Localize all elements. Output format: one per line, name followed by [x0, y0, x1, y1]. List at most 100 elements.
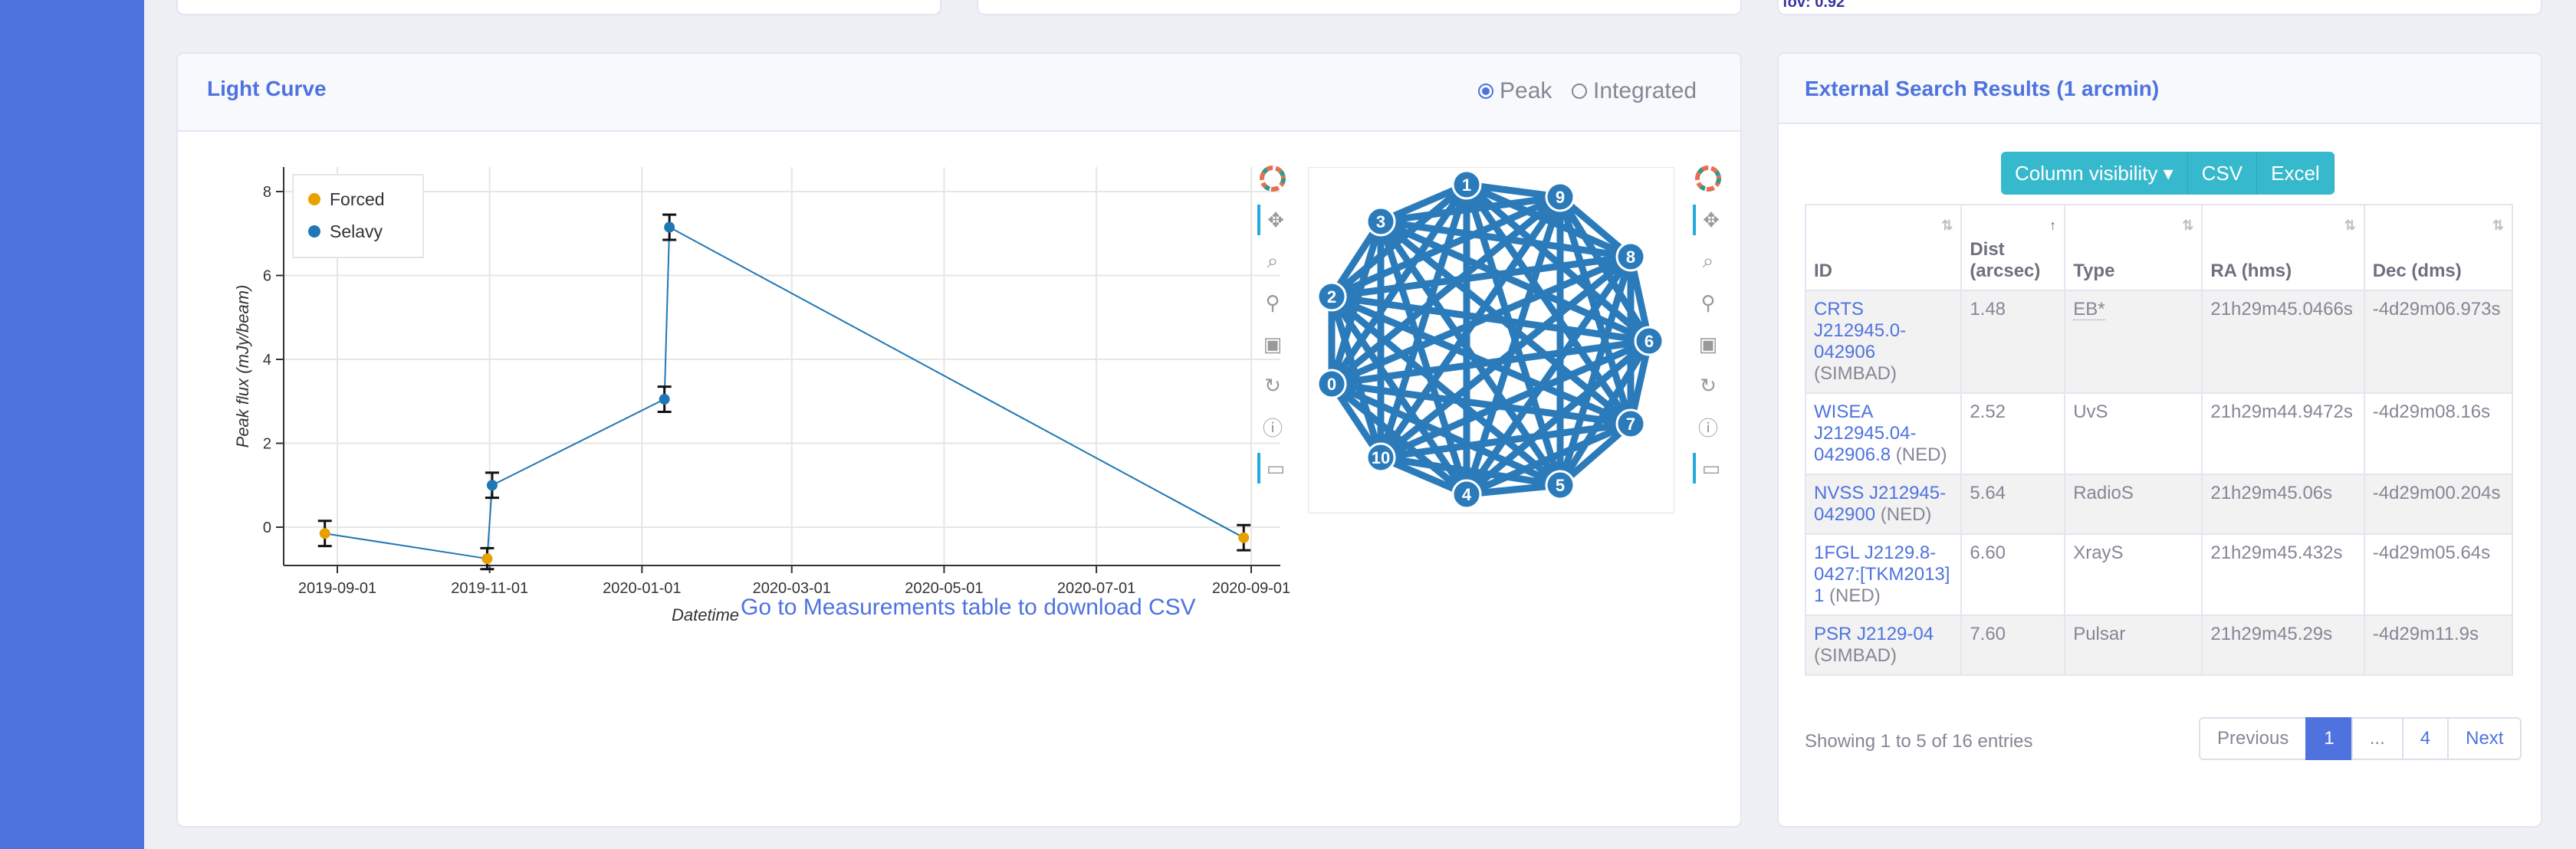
wheel-zoom-tool-icon[interactable]: ⚲ — [1257, 287, 1288, 318]
box-zoom-tool-icon[interactable]: ⌕ — [1257, 246, 1288, 277]
prev-page-button[interactable]: Previous — [2199, 717, 2308, 760]
legend-box — [292, 174, 424, 258]
y-tick-label: 0 — [263, 520, 271, 536]
cell-ra: 21h29m44.9472s — [2201, 392, 2365, 475]
radio-integrated[interactable]: Integrated — [1572, 78, 1697, 104]
light-curve-plot-area: 2019-09-01 2019-11-01 2020-01-01 2020-03-01… — [201, 159, 1435, 634]
table-row: NVSS J212945-042900 (NED) 5.64 RadioS 21… — [1804, 474, 2514, 535]
graph-node-label: 6 — [1644, 332, 1654, 351]
pagination: Previous 1 ... 4 Next — [2199, 717, 2522, 760]
graph-node-label: 4 — [1462, 485, 1472, 504]
radio-peak-label: Peak — [1500, 78, 1552, 103]
excel-button[interactable]: Excel — [2257, 152, 2334, 195]
sort-icon: ⇅ — [1941, 218, 1953, 233]
cell-dist: 7.60 — [1960, 615, 2066, 676]
graph-node-label: 7 — [1626, 415, 1635, 434]
column-visibility-button[interactable]: Column visibility ▾ — [2001, 152, 2188, 195]
graph-node-label: 0 — [1327, 375, 1336, 394]
bokeh-logo-icon-2[interactable] — [1693, 163, 1723, 194]
table-row: 1FGL J2129.8-0427:[TKM2013] 1 (NED) 6.60… — [1804, 533, 2514, 616]
sort-icon: ⇅ — [2344, 218, 2356, 233]
radio-integrated-label: Integrated — [1593, 78, 1697, 103]
radio-peak[interactable]: Peak — [1478, 78, 1552, 104]
reset-tool-icon-2[interactable]: ↻ — [1693, 370, 1723, 401]
plot-background — [284, 167, 1280, 565]
cell-type: UvS — [2064, 392, 2203, 475]
cell-type: RadioS — [2064, 474, 2203, 535]
box-zoom-tool-icon-2[interactable]: ⌕ — [1693, 246, 1723, 277]
legend-label: Selavy — [330, 221, 383, 241]
cell-ra: 21h29m45.432s — [2201, 533, 2365, 616]
sidebar — [0, 0, 144, 849]
network-graph[interactable]: 0 1 2 3 4 5 6 7 8 9 10 — [1309, 168, 1674, 513]
graph-node-label: 2 — [1327, 287, 1336, 306]
table-header-row: ID ⇅ Dist (arcsec) ↑ Type ⇅ RA (hms) ⇅ Dec (d… — [1804, 204, 2514, 291]
x-tick-label: 2020-09-01 — [1212, 580, 1290, 597]
download-csv-link[interactable]: Go to Measurements table to download CSV — [741, 595, 1196, 621]
y-tick-label: 2 — [263, 436, 271, 453]
forced-point — [481, 553, 493, 565]
cell-dec: -4d29m06.973s — [2363, 290, 2514, 394]
x-axis-label: Datetime — [672, 605, 739, 624]
cell-dec: -4d29m08.16s — [2363, 392, 2514, 475]
external-search-card: External Search Results (1 arcmin) Colum… — [1777, 52, 2542, 828]
top-card-middle — [977, 0, 1742, 15]
graph-node-label: 3 — [1376, 212, 1385, 231]
cell-id: PSR J2129-04 (SIMBAD) — [1804, 615, 1963, 676]
hover-tool-icon-2[interactable]: ▭ — [1693, 453, 1727, 484]
col-ra[interactable]: RA (hms) ⇅ — [2201, 204, 2365, 291]
cell-type: Pulsar — [2064, 615, 2203, 676]
cell-ra: 21h29m45.0466s — [2201, 290, 2365, 394]
col-dist[interactable]: Dist (arcsec) ↑ — [1960, 204, 2066, 291]
page-4-button[interactable]: 4 — [2401, 717, 2450, 760]
light-curve-chart[interactable]: 2019-09-01 2019-11-01 2020-01-01 2020-03-01… — [201, 159, 1435, 634]
help-tool-icon[interactable]: ⓘ — [1257, 411, 1288, 442]
save-tool-icon[interactable]: ▣ — [1257, 329, 1288, 359]
cell-type: EB* — [2064, 290, 2203, 394]
wheel-zoom-tool-icon-2[interactable]: ⚲ — [1693, 287, 1723, 318]
radio-peak-indicator[interactable] — [1478, 84, 1493, 99]
y-tick-label: 4 — [263, 352, 271, 369]
cell-id: WISEA J212945.04-042906.8 (NED) — [1804, 392, 1963, 475]
cell-dist: 6.60 — [1960, 533, 2066, 616]
reset-tool-icon[interactable]: ↻ — [1257, 370, 1288, 401]
x-tick-label: 2020-01-01 — [603, 580, 681, 597]
cell-dist: 1.48 — [1960, 290, 2066, 394]
table-buttons: Column visibility ▾ CSV Excel — [2001, 152, 2334, 195]
result-link[interactable]: CRTS J212945.0-042906 — [1814, 299, 1906, 362]
forced-point — [1238, 532, 1250, 543]
legend-marker — [308, 193, 320, 205]
page-1-button[interactable]: 1 — [2305, 717, 2353, 760]
forced-point — [319, 528, 330, 539]
cell-dec: -4d29m00.204s — [2363, 474, 2514, 535]
bokeh-logo-icon[interactable] — [1257, 163, 1288, 194]
csv-button[interactable]: CSV — [2187, 152, 2258, 195]
table-info: Showing 1 to 5 of 16 entries — [1805, 731, 2033, 752]
light-curve-card: Light Curve Peak Integrated 2019-09-01 20… — [176, 52, 1742, 828]
save-tool-icon-2[interactable]: ▣ — [1693, 329, 1723, 359]
result-link[interactable]: PSR J2129-04 — [1814, 624, 1934, 644]
external-search-header: External Search Results (1 arcmin) — [1779, 54, 2541, 124]
help-tool-icon-2[interactable]: ⓘ — [1693, 411, 1723, 442]
hover-tool-icon[interactable]: ▭ — [1257, 453, 1291, 484]
y-axis-label: Peak flux (mJy/beam) — [233, 285, 252, 448]
next-page-button[interactable]: Next — [2447, 717, 2522, 760]
col-id[interactable]: ID ⇅ — [1804, 204, 1963, 291]
x-tick-label: 2019-11-01 — [451, 580, 528, 597]
col-type[interactable]: Type ⇅ — [2064, 204, 2203, 291]
cell-type: XrayS — [2064, 533, 2203, 616]
table-row: CRTS J212945.0-042906 (SIMBAD) 1.48 EB* 2… — [1804, 290, 2514, 394]
col-dec[interactable]: Dec (dms) ⇅ — [2363, 204, 2514, 291]
top-card-right — [1777, 0, 2542, 15]
cell-ra: 21h29m45.29s — [2201, 615, 2365, 676]
sort-icon: ⇅ — [2182, 218, 2194, 233]
cell-dist: 2.52 — [1960, 392, 2066, 475]
fov-label: fov: 0.92 — [1783, 0, 1845, 11]
graph-plot-area: 0 1 2 3 4 5 6 7 8 9 10 — [1308, 167, 1674, 513]
pan-tool-icon-2[interactable]: ✥ — [1693, 205, 1727, 235]
radio-integrated-indicator[interactable] — [1572, 84, 1587, 99]
table-row: PSR J2129-04 (SIMBAD) 7.60 Pulsar 21h29m4… — [1804, 615, 2514, 676]
pan-tool-icon[interactable]: ✥ — [1257, 205, 1291, 235]
graph-node-label: 10 — [1372, 448, 1390, 467]
sort-icon: ⇅ — [2492, 218, 2504, 233]
